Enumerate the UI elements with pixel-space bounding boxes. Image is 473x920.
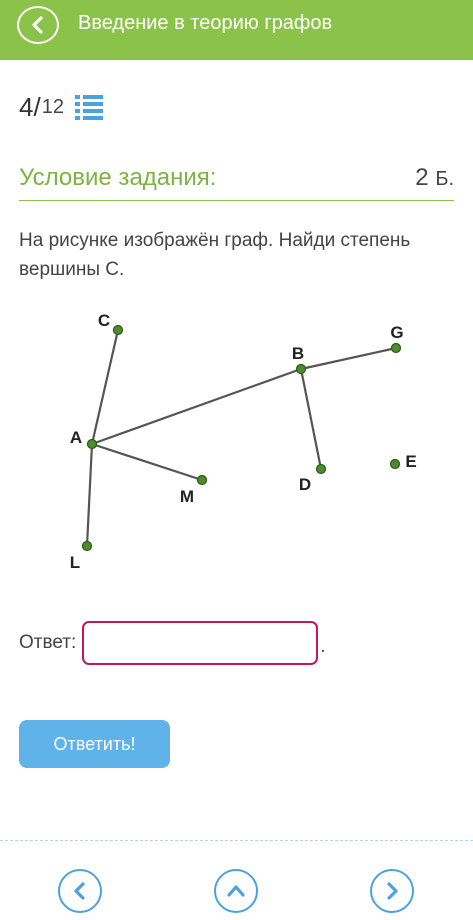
graph-vertex-label: L	[70, 553, 80, 572]
graph-labels: C A L M B G D E	[70, 311, 417, 572]
graph-edge-A-L	[85, 443, 94, 547]
graph-vertex-M	[196, 474, 208, 486]
divider	[0, 840, 473, 841]
graph-vertex-C	[112, 324, 124, 336]
graph-vertex-label: G	[390, 323, 403, 342]
progress-total: 12	[41, 96, 64, 118]
graph-edge-B-G	[300, 346, 397, 371]
task-heading: Условие задания: 2 Б.	[19, 163, 454, 201]
header-title: Введение в теорию графов	[78, 12, 333, 34]
task-heading-label: Условие задания:	[19, 164, 217, 191]
graph-vertex-label: M	[180, 487, 194, 506]
submit-button[interactable]: Ответить!	[19, 720, 170, 768]
chevron-left-icon	[74, 882, 85, 900]
prev-task-button[interactable]	[58, 869, 102, 913]
graph-vertices	[81, 324, 402, 552]
graph-vertex-G	[390, 342, 402, 354]
graph-edge-B-D	[299, 368, 323, 470]
chevron-left-icon	[32, 16, 43, 34]
answer-suffix: .	[320, 636, 326, 657]
answer-row: Ответ: .	[19, 620, 326, 666]
graph-vertex-A	[86, 438, 98, 450]
answer-input[interactable]	[82, 621, 319, 665]
graph-edge-A-M	[91, 442, 203, 482]
answer-label: Ответ:	[19, 632, 77, 653]
graph-edges	[85, 329, 397, 547]
graph-figure: C A L M B G D E	[70, 311, 417, 572]
graph-vertex-label: B	[292, 344, 304, 363]
task-progress: 4 / 12	[19, 92, 104, 122]
task-points: 2 Б.	[415, 163, 454, 194]
chevron-right-icon	[387, 882, 398, 900]
graph-edge-A-C	[90, 329, 120, 445]
scroll-up-button[interactable]	[214, 869, 258, 913]
graph-edge-A-B	[91, 367, 302, 446]
progress-separator: /	[33, 92, 41, 122]
task-text: На рисунке изображён граф. Найди степень…	[19, 230, 411, 280]
back-button[interactable]	[17, 6, 59, 44]
points-value: 2	[415, 164, 429, 191]
app-header: Введение в теорию графов	[0, 0, 473, 60]
graph-vertex-label: C	[98, 311, 110, 330]
progress-current: 4	[19, 92, 34, 122]
graph-vertex-E	[389, 458, 401, 470]
graph-vertex-label: E	[405, 452, 416, 471]
graph-vertex-D	[315, 463, 327, 475]
graph-vertex-label: D	[299, 475, 311, 494]
graph-vertex-label: A	[70, 428, 82, 447]
next-task-button[interactable]	[370, 869, 414, 913]
graph-vertex-B	[295, 363, 307, 375]
points-unit: Б.	[435, 168, 454, 190]
graph-vertex-L	[81, 540, 93, 552]
list-icon[interactable]	[74, 93, 104, 121]
chevron-up-icon	[227, 885, 245, 897]
